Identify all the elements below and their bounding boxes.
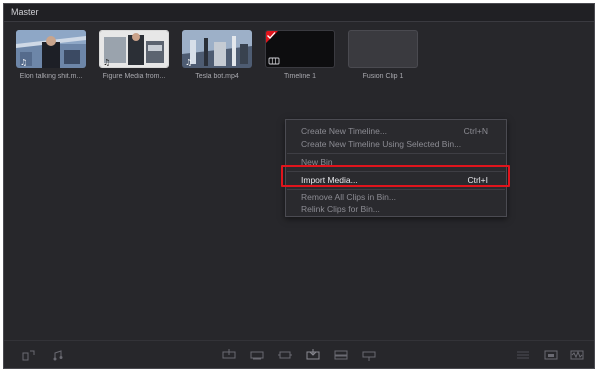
clip-item-3[interactable]: ♫ Tesla bot.mp4 [182, 30, 252, 80]
clip-name: Fusion Clip 1 [362, 73, 404, 80]
export-audio-icon[interactable] [52, 349, 66, 361]
list-view-icon[interactable] [516, 349, 530, 361]
clip-item-1[interactable]: ♫ Elon talking shit.m... [16, 30, 86, 80]
menu-item-remove-all-clips[interactable]: Remove All Clips in Bin... [301, 192, 488, 204]
panel-header: Master [4, 4, 594, 22]
menu-item-label: Create New Timeline Using Selected Bin..… [301, 139, 462, 149]
menu-item-label: Remove All Clips in Bin... [301, 192, 396, 202]
waveform-icon[interactable] [570, 349, 584, 361]
menu-item-create-timeline-selected-bin[interactable]: Create New Timeline Using Selected Bin..… [301, 139, 488, 151]
clip-thumbnail: ♫ [16, 30, 86, 68]
menu-separator [287, 153, 505, 154]
thumbnail-view-icon[interactable] [544, 349, 558, 361]
append-clip-icon[interactable] [306, 349, 320, 361]
insert-clip-icon[interactable] [222, 349, 236, 361]
overwrite-clip-icon[interactable] [250, 349, 264, 361]
clip-thumbnail: ♫ [182, 30, 252, 68]
menu-item-relink-clips[interactable]: Relink Clips for Bin... [301, 204, 488, 216]
media-pool-panel: Master ♫ Elon talking shit.m... ♫ Figure… [3, 3, 595, 369]
replace-clip-icon[interactable] [278, 349, 292, 361]
highlight-box [281, 165, 510, 187]
clip-item-2[interactable]: ♫ Figure Media from... [99, 30, 169, 80]
clip-name: Elon talking shit.m... [19, 73, 83, 80]
clip-name: Timeline 1 [283, 73, 317, 80]
clip-thumbnail [348, 30, 418, 68]
menu-item-create-new-timeline[interactable]: Create New Timeline... Ctrl+N [301, 126, 488, 138]
svg-text:♫: ♫ [103, 58, 110, 67]
clip-thumbnail: ♫ [99, 30, 169, 68]
clip-item-fusion[interactable]: Fusion Clip 1 [348, 30, 418, 80]
svg-text:♫: ♫ [185, 58, 192, 67]
menu-item-label: Relink Clips for Bin... [301, 204, 380, 214]
clip-item-timeline[interactable]: Timeline 1 [265, 30, 335, 80]
bottom-toolbar [4, 340, 594, 368]
clip-name: Tesla bot.mp4 [195, 73, 239, 80]
panel-title: Master [11, 7, 39, 17]
menu-item-shortcut: Ctrl+N [463, 126, 488, 136]
clip-thumbnail [265, 30, 335, 68]
ripple-overwrite-icon[interactable] [362, 349, 376, 361]
place-on-top-icon[interactable] [334, 349, 348, 361]
svg-text:♫: ♫ [20, 58, 27, 67]
clip-name: Figure Media from... [102, 73, 166, 80]
menu-item-label: Create New Timeline... [301, 126, 387, 136]
menu-separator [287, 189, 505, 190]
import-audio-icon[interactable] [22, 349, 36, 361]
